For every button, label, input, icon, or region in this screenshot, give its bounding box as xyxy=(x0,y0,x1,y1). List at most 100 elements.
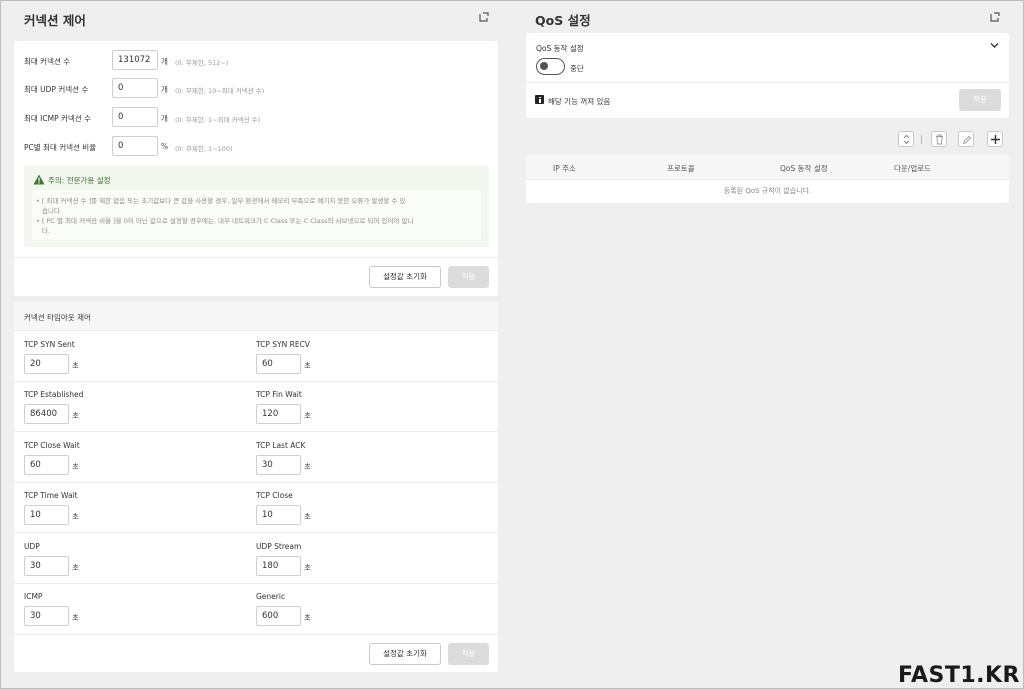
warning-line-2: • [ PC 별 최대 커넥션 비율 ]을 0이 아닌 값으로 설정할 경우에는… xyxy=(36,217,414,225)
timeout-card: 커넥션 타임아웃 제어 TCP SYN Sent 20 초 TCP SYN RE… xyxy=(14,302,498,672)
tcp-fin-wait-label: TCP Fin Wait xyxy=(256,390,302,399)
udp-stream-input[interactable]: 180 xyxy=(256,556,301,576)
tcp-time-wait-unit: 초 xyxy=(72,512,79,521)
add-button[interactable] xyxy=(987,131,1003,147)
generic-unit: 초 xyxy=(304,613,311,622)
tcp-close-label: TCP Close xyxy=(256,491,293,500)
max-connections-input[interactable]: 131072 xyxy=(112,50,158,70)
connection-limits-card: 최대 커넥션 수 131072 개 (0: 무제한, 512~) 최대 UDP … xyxy=(14,41,498,296)
tcp-time-wait-label: TCP Time Wait xyxy=(24,491,78,500)
trash-icon xyxy=(936,134,943,145)
max-udp-connections-input[interactable]: 0 xyxy=(112,78,158,98)
edit-button[interactable] xyxy=(958,131,974,147)
chevron-down-icon[interactable] xyxy=(990,42,999,49)
connection-apply-button[interactable]: 적용 xyxy=(448,266,489,288)
tcp-close-unit: 초 xyxy=(304,512,311,521)
toggle-knob xyxy=(540,62,548,70)
timeout-header-divider xyxy=(14,330,498,331)
sort-button[interactable] xyxy=(898,131,914,147)
pc-connection-ratio-unit: % xyxy=(161,142,169,151)
qos-operation-card: QoS 동작 설정 중단 해당 기능 꺼져 있음 적용 xyxy=(526,33,1009,118)
qos-section-label: QoS 동작 설정 xyxy=(536,44,584,53)
toolbar-separator xyxy=(921,135,922,144)
udp-unit: 초 xyxy=(72,563,79,572)
qos-card-divider xyxy=(526,82,1009,83)
max-udp-connections-unit: 개 xyxy=(161,85,168,94)
refresh-icon[interactable] xyxy=(989,11,1001,23)
tcp-fin-wait-input[interactable]: 120 xyxy=(256,404,301,424)
row-divider xyxy=(14,431,498,432)
generic-input[interactable]: 600 xyxy=(256,606,301,626)
max-icmp-connections-hint: (0: 무제한, 1~최대 커넥션 수) xyxy=(175,116,261,124)
timeout-reset-button[interactable]: 설정값 초기화 xyxy=(369,643,441,665)
udp-label: UDP xyxy=(24,542,40,551)
qos-status-text: 해당 기능 꺼져 있음 xyxy=(548,97,611,106)
tcp-last-ack-label: TCP Last ACK xyxy=(256,441,306,450)
table-header xyxy=(526,155,1009,179)
warning-line-1-cont: 습니다. xyxy=(42,207,63,215)
tcp-close-wait-input[interactable]: 60 xyxy=(24,455,69,475)
tcp-established-unit: 초 xyxy=(72,411,79,420)
tcp-established-label: TCP Established xyxy=(24,390,84,399)
udp-input[interactable]: 30 xyxy=(24,556,69,576)
expert-warning-box: 주의: 전문가용 설정 • [ 최대 커넥션 수 ]를 제한 없음 또는 초기값… xyxy=(24,165,489,247)
column-down-upload[interactable]: 다운/업로드 xyxy=(894,163,931,174)
max-connections-hint: (0: 무제한, 512~) xyxy=(175,59,229,67)
sort-icon xyxy=(903,134,910,145)
column-protocol[interactable]: 프로토콜 xyxy=(667,163,695,174)
tcp-last-ack-unit: 초 xyxy=(304,462,311,471)
generic-label: Generic xyxy=(256,592,286,601)
card-divider xyxy=(14,257,498,258)
qos-toggle[interactable] xyxy=(536,58,565,75)
udp-stream-unit: 초 xyxy=(304,563,311,572)
delete-button[interactable] xyxy=(931,131,947,147)
max-icmp-connections-input[interactable]: 0 xyxy=(112,107,158,127)
max-udp-connections-label: 최대 UDP 커넥션 수 xyxy=(24,85,89,94)
row-divider xyxy=(14,583,498,584)
warning-icon xyxy=(33,174,45,185)
udp-stream-label: UDP Stream xyxy=(256,542,302,551)
pc-connection-ratio-hint: (0: 무제한, 1~100) xyxy=(175,145,233,153)
connection-reset-button[interactable]: 설정값 초기화 xyxy=(369,266,441,288)
tcp-established-input[interactable]: 86400 xyxy=(24,404,69,424)
edit-icon xyxy=(962,135,972,145)
max-icmp-connections-unit: 개 xyxy=(161,114,168,123)
plus-icon xyxy=(991,135,1000,144)
tcp-syn-sent-input[interactable]: 20 xyxy=(24,354,69,374)
icmp-input[interactable]: 30 xyxy=(24,606,69,626)
tcp-time-wait-input[interactable]: 10 xyxy=(24,505,69,525)
warning-title: 주의: 전문가용 설정 xyxy=(48,176,111,185)
max-connections-unit: 개 xyxy=(161,57,168,66)
max-connections-label: 최대 커넥션 수 xyxy=(24,57,71,66)
connection-panel-title: 커넥션 제어 xyxy=(24,13,86,28)
info-icon xyxy=(535,95,544,104)
tcp-close-input[interactable]: 10 xyxy=(256,505,301,525)
tcp-fin-wait-unit: 초 xyxy=(304,411,311,420)
pc-connection-ratio-input[interactable]: 0 xyxy=(112,136,158,156)
column-ip-address[interactable]: IP 주소 xyxy=(553,163,576,174)
tcp-syn-recv-label: TCP SYN RECV xyxy=(256,340,310,349)
qos-toggle-label: 중단 xyxy=(570,64,584,73)
table-empty-message: 등록된 QoS 규칙이 없습니다. xyxy=(723,187,812,195)
tcp-syn-recv-input[interactable]: 60 xyxy=(256,354,301,374)
tcp-last-ack-input[interactable]: 30 xyxy=(256,455,301,475)
qos-rules-table: IP 주소 프로토콜 QoS 동작 설정 다운/업로드 등록된 QoS 규칙이 … xyxy=(526,155,1009,203)
tcp-syn-sent-unit: 초 xyxy=(72,361,79,370)
column-qos-action[interactable]: QoS 동작 설정 xyxy=(780,163,828,174)
row-divider xyxy=(14,482,498,483)
refresh-icon[interactable] xyxy=(478,11,490,23)
warning-line-1: • [ 최대 커넥션 수 ]를 제한 없음 또는 초기값보다 큰 값을 사용할 … xyxy=(36,197,406,205)
tcp-syn-recv-unit: 초 xyxy=(304,361,311,370)
table-header-divider xyxy=(526,179,1009,180)
warning-line-2-cont: 다. xyxy=(42,227,51,235)
row-divider xyxy=(14,532,498,533)
warning-details: • [ 최대 커넥션 수 ]를 제한 없음 또는 초기값보다 큰 값을 사용할 … xyxy=(32,190,481,240)
max-icmp-connections-label: 최대 ICMP 커넥션 수 xyxy=(24,114,91,123)
tcp-close-wait-unit: 초 xyxy=(72,462,79,471)
icmp-label: ICMP xyxy=(24,592,43,601)
qos-apply-button[interactable]: 적용 xyxy=(959,89,1001,111)
qos-panel-title: QoS 설정 xyxy=(535,13,591,28)
tcp-syn-sent-label: TCP SYN Sent xyxy=(24,340,75,349)
timeout-apply-button[interactable]: 적용 xyxy=(448,643,489,665)
max-udp-connections-hint: (0: 무제한, 10~최대 커넥션 수) xyxy=(175,87,265,95)
